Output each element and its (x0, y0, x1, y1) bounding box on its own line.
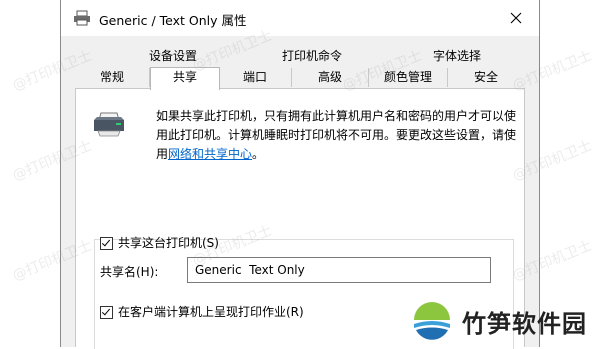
tab-advanced[interactable]: 高级 (292, 68, 369, 87)
tab-font-selection[interactable]: 字体选择 (407, 47, 507, 66)
bamboo-logo-icon (412, 301, 452, 342)
network-sharing-center-link[interactable]: 网络和共享中心 (168, 147, 252, 161)
tab-sharing[interactable]: 共享 (150, 67, 220, 90)
description-suffix: 。 (252, 147, 265, 161)
close-button[interactable] (493, 0, 539, 36)
share-printer-checkbox[interactable] (100, 237, 113, 250)
render-jobs-label[interactable]: 在客户端计算机上呈现打印作业(R) (118, 303, 304, 320)
sharing-description: 如果共享此打印机，只有拥有此计算机用户名和密码的用户才可以使用此打印机。计算机睡… (156, 107, 516, 164)
brand-name: 竹笋软件园 (462, 310, 587, 338)
close-icon (510, 12, 522, 24)
brand-logo: 竹笋软件园 (410, 296, 600, 347)
tab-general[interactable]: 常规 (75, 68, 150, 87)
printer-properties-window: Generic / Text Only 属性 设备设置 打印机命令 字体选择 常… (60, 0, 540, 349)
share-name-label: 共享名(H): (100, 265, 159, 279)
tab-security[interactable]: 安全 (448, 68, 524, 87)
window-title: Generic / Text Only 属性 (99, 13, 247, 28)
share-name-input[interactable] (187, 257, 491, 283)
tab-printer-commands[interactable]: 打印机命令 (257, 47, 367, 66)
tab-ports[interactable]: 端口 (219, 68, 292, 87)
title-bar: Generic / Text Only 属性 (61, 0, 539, 36)
share-printer-label[interactable]: 共享这台打印机(S) (118, 234, 219, 251)
render-jobs-checkbox[interactable] (100, 306, 113, 319)
tab-color-management[interactable]: 颜色管理 (369, 68, 448, 87)
printer-title-icon (74, 10, 90, 26)
tab-device-settings[interactable]: 设备设置 (123, 47, 223, 66)
printer-icon (94, 112, 124, 137)
